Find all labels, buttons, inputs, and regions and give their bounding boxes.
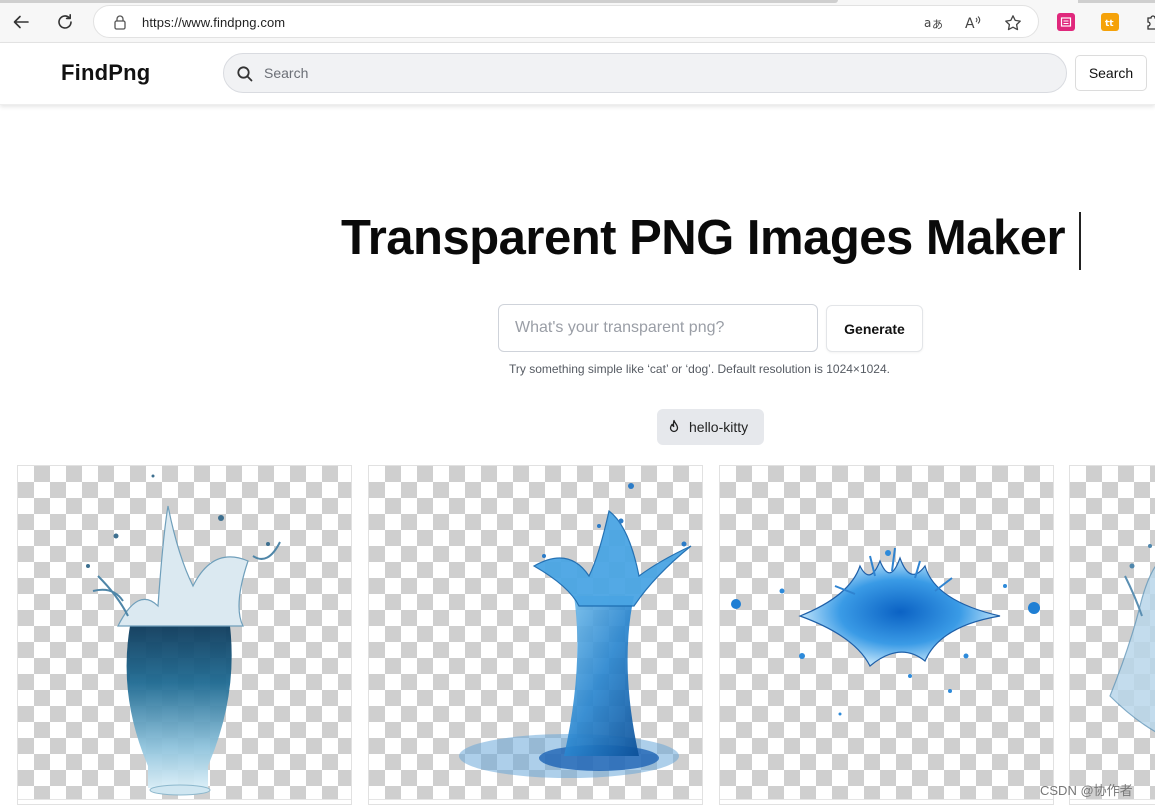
card-caption-area — [369, 799, 702, 804]
favorite-star-icon[interactable] — [1002, 12, 1024, 34]
site-logo[interactable]: FindPng — [61, 60, 150, 86]
gallery-card-3[interactable] — [719, 465, 1054, 805]
card-caption-area — [18, 799, 351, 804]
text-cursor — [1079, 212, 1081, 270]
header-search-input[interactable] — [264, 54, 1054, 92]
prompt-input[interactable] — [498, 304, 818, 352]
gallery-card-1[interactable] — [17, 465, 352, 805]
tab-indicator — [0, 0, 838, 3]
watermark-text: CSDN @协作者 — [1040, 783, 1133, 798]
tag-label: hello-kitty — [689, 419, 749, 435]
svg-text:あ: あ — [932, 18, 942, 31]
refresh-icon[interactable] — [52, 9, 78, 35]
water-splash-glass-image — [86, 474, 281, 796]
site-header: FindPng Search — [0, 43, 1155, 105]
header-search-box[interactable] — [223, 53, 1067, 93]
tag-hello-kitty[interactable]: hello-kitty — [657, 409, 764, 445]
url-text[interactable]: https://www.findpng.com — [142, 15, 285, 30]
svg-text:a: a — [924, 16, 931, 30]
water-splash-partial-image — [1109, 544, 1155, 733]
header-search-button[interactable]: Search — [1075, 55, 1147, 91]
prompt-hint: Try something simple like ‘cat’ or ‘dog’… — [509, 362, 890, 376]
extensions-puzzle-icon[interactable] — [1143, 13, 1155, 31]
water-splash-column-image — [459, 483, 692, 778]
extension-orange-icon[interactable]: tt — [1101, 13, 1119, 31]
tab-indicator-right — [1078, 0, 1155, 3]
water-splash-crown-image — [731, 547, 1040, 716]
extension-pink-icon[interactable] — [1057, 13, 1075, 31]
back-icon[interactable] — [8, 9, 34, 35]
lock-icon — [114, 15, 126, 30]
page-title: Transparent PNG Images Maker — [341, 211, 1066, 265]
svg-text:tt: tt — [1105, 19, 1114, 28]
address-bar[interactable]: https://www.findpng.com aあ A — [93, 5, 1039, 38]
search-icon — [237, 66, 253, 82]
gallery-card-2[interactable] — [368, 465, 703, 805]
read-aloud-icon[interactable]: A — [962, 12, 984, 34]
gallery-card-4[interactable] — [1069, 465, 1155, 805]
browser-toolbar: https://www.findpng.com aあ A tt — [0, 0, 1155, 43]
generate-button[interactable]: Generate — [826, 305, 923, 352]
card-caption-area — [1070, 799, 1155, 804]
card-caption-area — [720, 799, 1053, 804]
flame-icon — [669, 419, 679, 433]
translate-icon[interactable]: aあ — [922, 12, 944, 34]
svg-text:A: A — [965, 16, 975, 31]
